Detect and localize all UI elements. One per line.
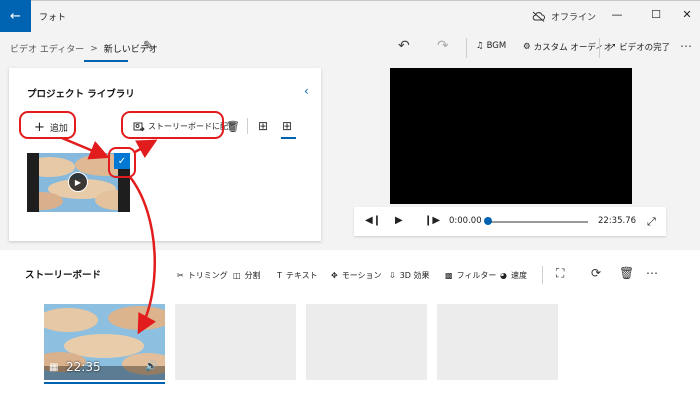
arrow-to-storyboard [129, 176, 156, 335]
arrow-check-to-place [134, 139, 158, 159]
annotation-arrows [61, 136, 158, 335]
arrow-add-to-check [61, 136, 110, 160]
